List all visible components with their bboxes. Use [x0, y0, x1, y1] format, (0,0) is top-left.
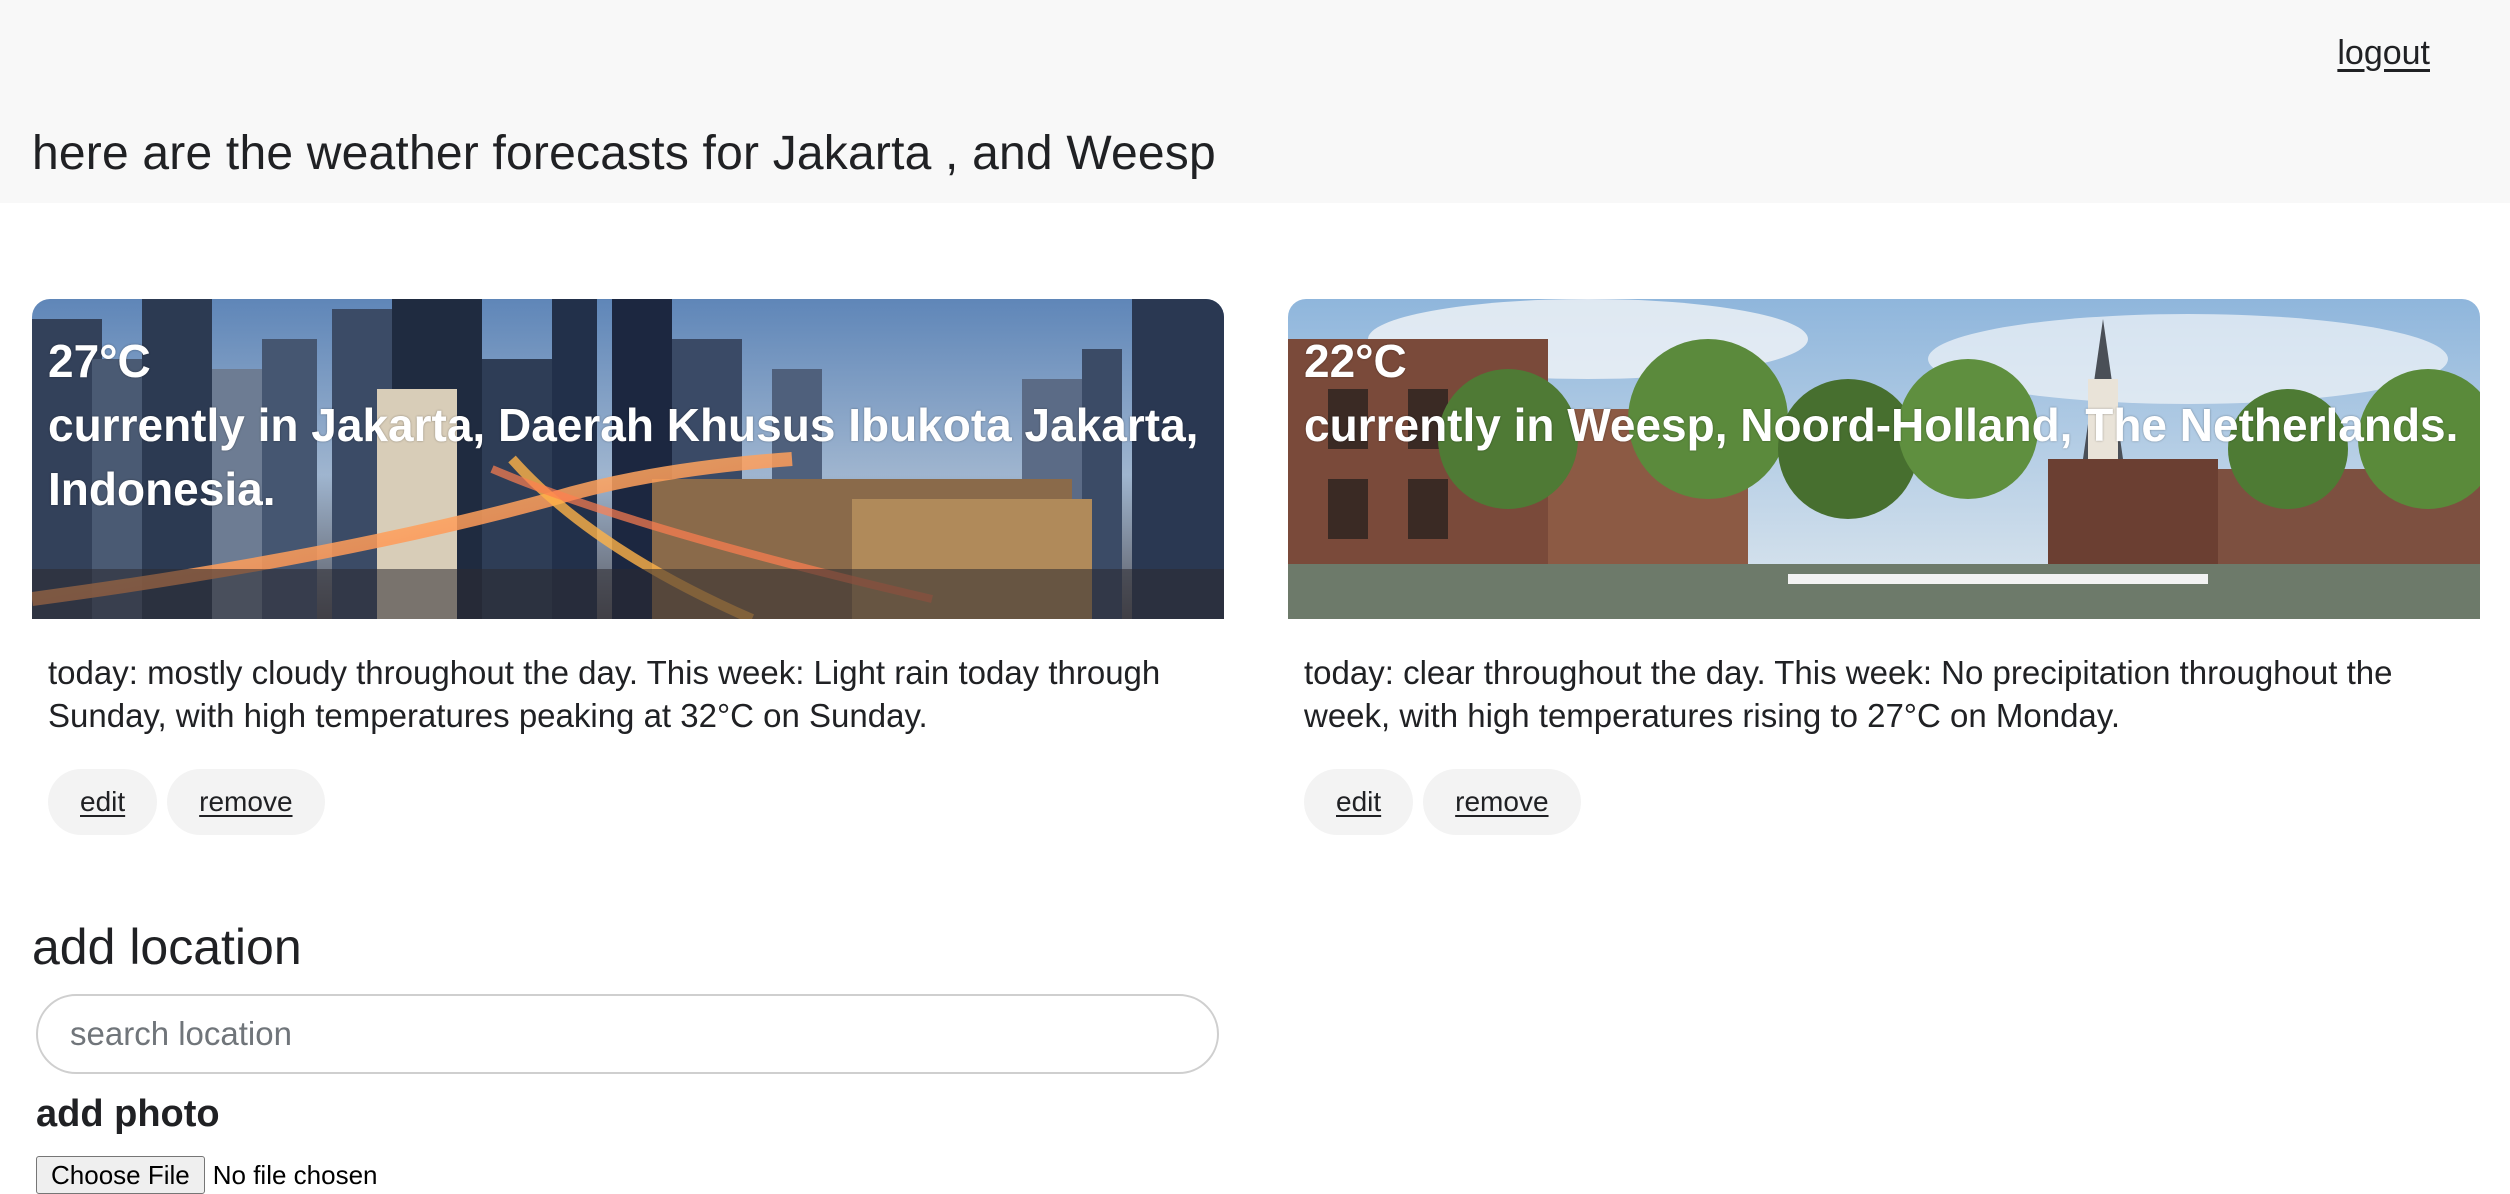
edit-button[interactable]: edit	[48, 769, 158, 835]
weather-overlay: 22°C currently in Weesp, Noord-Holland, …	[1304, 329, 2464, 457]
search-location-input[interactable]	[36, 994, 1219, 1074]
remove-button[interactable]: remove	[167, 769, 325, 835]
city-photo-jakarta: 27°C currently in Jakarta, Daerah Khusus…	[32, 299, 1224, 619]
page-title: here are the weather forecasts for Jakar…	[32, 127, 1216, 180]
header-bar: logout here are the weather forecasts fo…	[0, 0, 2510, 203]
file-picker: Choose File No file chosen	[36, 1156, 378, 1194]
forecast-description: today: clear throughout the day. This we…	[1304, 654, 2393, 734]
logout-link[interactable]: logout	[2337, 34, 2430, 73]
remove-button[interactable]: remove	[1423, 769, 1581, 835]
temperature-text: 27°C	[48, 335, 151, 387]
card-actions: edit remove	[48, 769, 1208, 835]
card-actions: edit remove	[1304, 769, 2464, 835]
current-location-text: currently in Weesp, Noord-Holland, The N…	[1304, 399, 2459, 451]
current-location-text: currently in Jakarta, Daerah Khusus Ibuk…	[48, 399, 1199, 515]
city-photo-weesp: 22°C currently in Weesp, Noord-Holland, …	[1288, 299, 2480, 619]
forecast-description: today: mostly cloudy throughout the day.…	[48, 654, 1161, 734]
add-location-heading: add location	[32, 919, 302, 975]
forecast-card-jakarta: 27°C currently in Jakarta, Daerah Khusus…	[32, 299, 1224, 835]
choose-file-button[interactable]: Choose File	[36, 1156, 205, 1194]
add-photo-label: add photo	[36, 1093, 220, 1135]
weather-overlay: 27°C currently in Jakarta, Daerah Khusus…	[48, 329, 1208, 521]
edit-button[interactable]: edit	[1304, 769, 1414, 835]
forecast-card-weesp: 22°C currently in Weesp, Noord-Holland, …	[1288, 299, 2480, 835]
temperature-text: 22°C	[1304, 335, 1407, 387]
file-status-text: No file chosen	[212, 1159, 378, 1190]
